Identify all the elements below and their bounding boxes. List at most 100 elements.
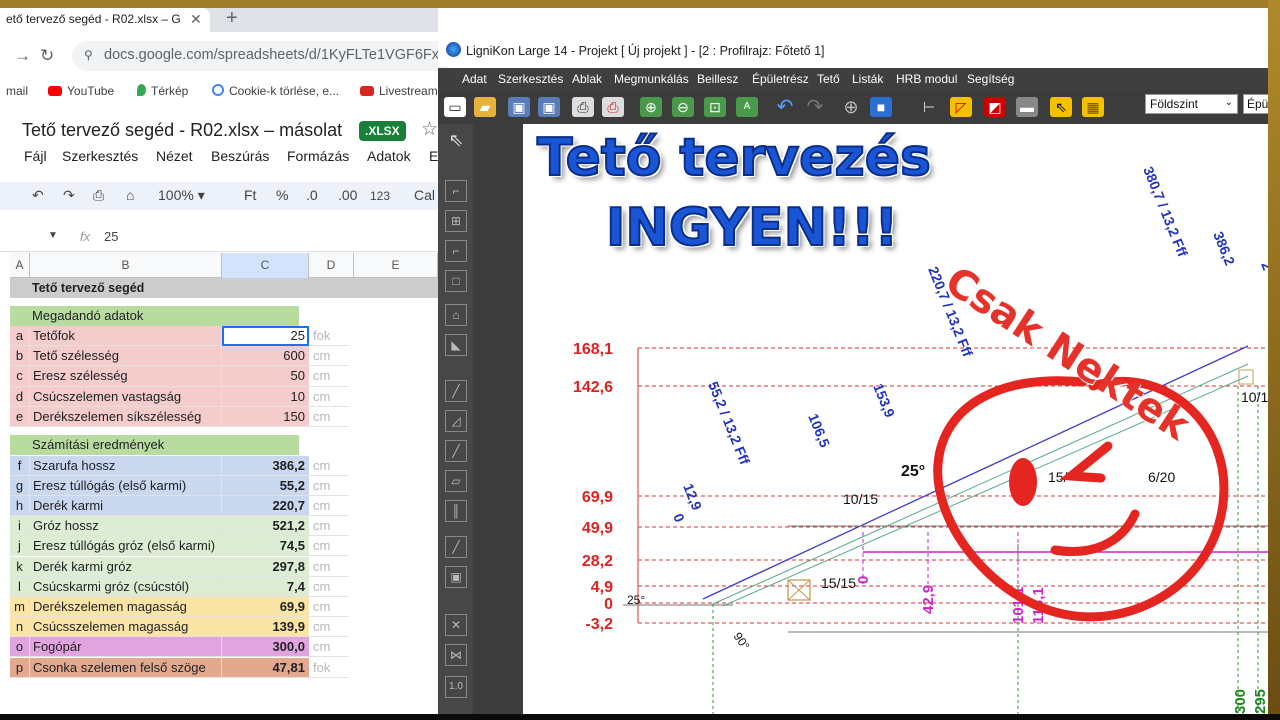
row-unit[interactable]: fok <box>309 657 349 678</box>
block-tool-icon[interactable]: ▣ <box>445 566 467 588</box>
formula-input[interactable]: 25 <box>104 229 118 244</box>
row-label[interactable]: Derékszelemen síkszélesség <box>30 406 222 427</box>
row-label[interactable]: Fogópár <box>30 637 222 658</box>
row-key[interactable]: n <box>10 617 30 638</box>
col-header-c[interactable]: C <box>222 253 309 278</box>
menu-extensions[interactable]: E <box>429 148 438 164</box>
row-key[interactable]: h <box>10 495 30 517</box>
row-value[interactable]: 7,4 <box>222 576 309 597</box>
increase-decimal-button[interactable]: .00 <box>338 187 357 203</box>
ligni-menu-adat[interactable]: Adat <box>462 72 487 86</box>
new-file-icon[interactable]: ▭ <box>444 97 466 117</box>
level-select[interactable]: Földszint ⌄ <box>1145 94 1238 114</box>
col-header-a[interactable]: A <box>10 253 30 278</box>
new-tab-button[interactable]: + <box>226 7 238 30</box>
join-tool-icon[interactable]: ⋈ <box>445 644 467 666</box>
roof-line-icon[interactable]: ◸ <box>950 97 972 117</box>
row-label[interactable]: Szarufa hossz <box>30 455 222 476</box>
row-key[interactable]: g <box>10 475 30 496</box>
number-format-button[interactable]: 123 <box>370 189 390 203</box>
row-unit[interactable]: cm <box>309 366 349 387</box>
zoom-out-icon[interactable]: ⊖ <box>672 97 694 117</box>
ligni-menu-listak[interactable]: Listák <box>852 72 883 86</box>
decrease-decimal-button[interactable]: .0 <box>306 187 318 203</box>
open-folder-icon[interactable]: ▰ <box>474 97 496 117</box>
ligni-menu-hrb[interactable]: HRB modul <box>896 72 957 86</box>
row-value[interactable]: 300,0 <box>222 637 309 658</box>
row-label[interactable]: Csonka szelemen felső szöge <box>30 657 222 678</box>
row-label[interactable]: Derék karmi <box>30 495 222 517</box>
bookmark-mail[interactable]: mail <box>6 84 28 98</box>
row-value[interactable]: 10 <box>222 386 309 407</box>
row-unit[interactable]: cm <box>309 495 349 517</box>
house-tool-icon[interactable]: ⌂ <box>445 304 467 326</box>
paint-format-icon[interactable]: ⌂ <box>126 187 134 203</box>
menu-edit[interactable]: Szerkesztés <box>62 148 138 164</box>
row-value[interactable]: 74,5 <box>222 536 309 557</box>
row-value[interactable]: 521,2 <box>222 516 309 537</box>
zoom-text-icon[interactable]: A <box>736 97 758 117</box>
row-unit[interactable]: cm <box>309 386 349 407</box>
bookmark-youtube[interactable]: YouTube <box>48 84 114 98</box>
row-unit[interactable]: cm <box>309 576 349 597</box>
beam-tool-icon[interactable]: ▱ <box>445 470 467 492</box>
row-key[interactable]: k <box>10 556 30 577</box>
row-label[interactable]: Gróz hossz <box>30 516 222 537</box>
rafter-tool-icon[interactable]: ╱ <box>445 440 467 462</box>
row-unit[interactable]: cm <box>309 536 349 557</box>
row-value[interactable]: 150 <box>222 406 309 427</box>
row-unit[interactable]: fok <box>309 326 349 347</box>
row-unit[interactable]: cm <box>309 455 349 476</box>
row-unit[interactable]: cm <box>309 617 349 638</box>
row-key[interactable]: l <box>10 576 30 597</box>
row-value[interactable]: 220,7 <box>222 495 309 517</box>
row-value[interactable]: 50 <box>222 366 309 387</box>
row-key[interactable]: e <box>10 406 30 427</box>
roof-red-icon[interactable]: ◩ <box>984 97 1006 117</box>
row-unit[interactable]: cm <box>309 556 349 577</box>
results-section-header[interactable]: Számítási eredmények <box>10 435 299 455</box>
percent-button[interactable]: % <box>276 187 288 203</box>
scale-tool-icon[interactable]: 1.0 <box>445 676 467 698</box>
document-title[interactable]: Tető tervező segéd - R02.xlsx – másolat <box>22 120 342 141</box>
crosshair-icon[interactable]: ⊕ <box>840 97 862 117</box>
ligni-menu-teto[interactable]: Tető <box>817 72 840 86</box>
ligni-menu-epuletresz[interactable]: Épületrész <box>752 72 809 86</box>
row-value[interactable]: 55,2 <box>222 475 309 496</box>
row-key[interactable]: d <box>10 386 30 407</box>
sheet-title-row[interactable]: Tető tervező segéd <box>10 278 438 298</box>
ligni-menu-szerkesztes[interactable]: Szerkesztés <box>498 72 563 86</box>
tab-close-icon[interactable]: ✕ <box>190 11 202 28</box>
row-unit[interactable]: cm <box>309 596 349 618</box>
zoom-select[interactable]: 100% ▾ <box>158 187 205 204</box>
row-unit[interactable]: cm <box>309 516 349 537</box>
print-preview-icon[interactable]: ⎙ <box>602 97 624 117</box>
dimension-icon[interactable]: ⊢ <box>918 97 940 117</box>
grid-tool-icon[interactable]: ⊞ <box>445 210 467 232</box>
undo-icon[interactable]: ↶ <box>774 97 796 117</box>
row-label[interactable]: Csúcsszelemen magasság <box>30 617 222 638</box>
3d-view-icon[interactable]: ■ <box>870 97 892 117</box>
row-unit[interactable]: cm <box>309 475 349 496</box>
wall-tool-icon[interactable]: ⌐ <box>445 180 467 202</box>
row-value[interactable]: 297,8 <box>222 556 309 577</box>
slope-tool-icon[interactable]: ◿ <box>445 410 467 432</box>
menu-view[interactable]: Nézet <box>156 148 193 164</box>
row-label[interactable]: Eresz túllógás gróz (első karmi) <box>30 536 222 557</box>
row-label[interactable]: Derék karmi gróz <box>30 556 222 577</box>
row-value[interactable]: 47,81 <box>222 657 309 678</box>
column-tool-icon[interactable]: ║ <box>445 500 467 522</box>
input-section-header[interactable]: Megadandó adatok <box>10 306 299 326</box>
row-value[interactable]: 139,9 <box>222 617 309 638</box>
menu-data[interactable]: Adatok <box>367 148 411 164</box>
cut-tool-icon[interactable]: ✕ <box>445 614 467 636</box>
save-icon[interactable]: ▣ <box>508 97 530 117</box>
menu-format[interactable]: Formázás <box>287 148 349 164</box>
menu-file[interactable]: Fájl <box>24 148 47 164</box>
beam-icon[interactable]: ▬ <box>1016 97 1038 117</box>
ligni-menu-segitseg[interactable]: Segítség <box>967 72 1014 86</box>
timber-icon[interactable]: ▦ <box>1082 97 1104 117</box>
select-pointer-icon[interactable]: ⇖ <box>1050 97 1072 117</box>
col-header-b[interactable]: B <box>30 253 222 278</box>
star-icon[interactable]: ☆ <box>421 118 438 141</box>
